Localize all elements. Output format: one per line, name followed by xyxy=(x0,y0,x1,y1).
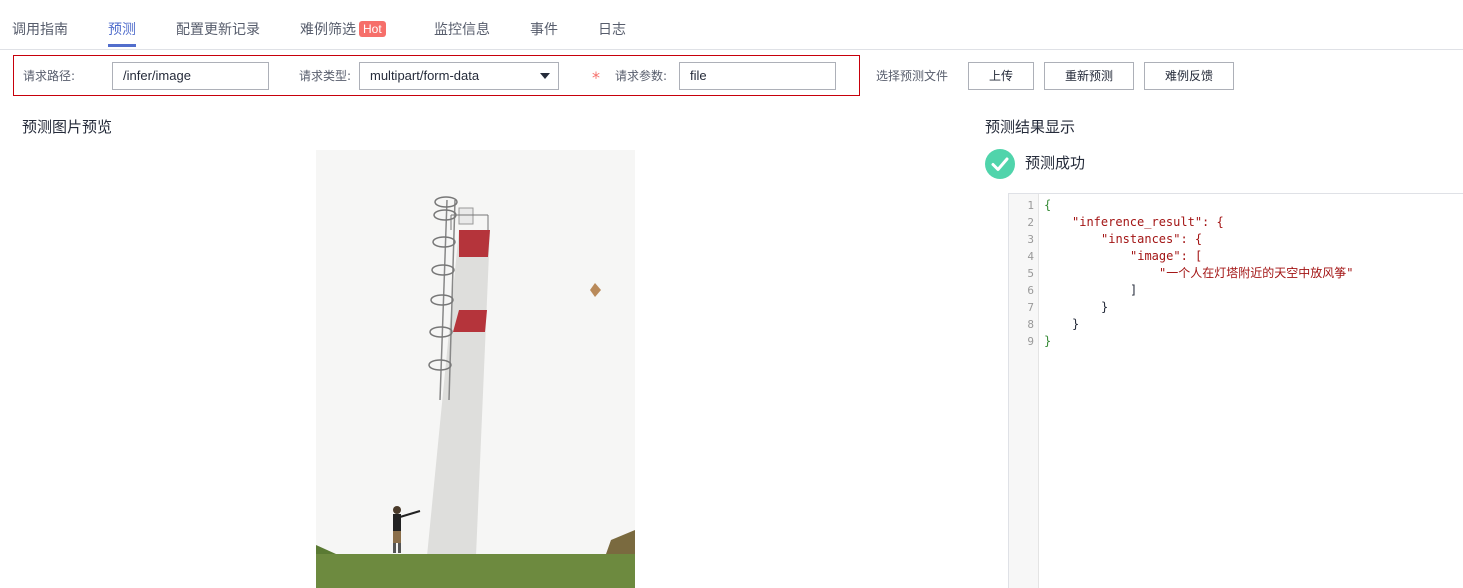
hard-case-feedback-button[interactable]: 难例反馈 xyxy=(1144,62,1234,90)
tab-config-history[interactable]: 配置更新记录 xyxy=(176,20,260,40)
chevron-down-icon xyxy=(540,73,550,79)
request-type-value: multipart/form-data xyxy=(370,68,480,83)
hot-badge: Hot xyxy=(359,21,386,37)
line-number-gutter: 1 2 3 4 5 6 7 8 9 xyxy=(1009,194,1039,588)
code-line: "image": [ xyxy=(1130,249,1203,263)
line-number: 8 xyxy=(1027,318,1034,331)
code-line: } xyxy=(1044,334,1052,348)
tab-call-guide[interactable]: 调用指南 xyxy=(12,20,68,40)
status-text: 预测成功 xyxy=(1025,154,1086,172)
line-number: 9 xyxy=(1027,335,1034,348)
repredict-button[interactable]: 重新预测 xyxy=(1044,62,1134,90)
code-line: } xyxy=(1101,300,1109,314)
request-type-select[interactable]: multipart/form-data xyxy=(359,62,559,90)
line-number: 5 xyxy=(1027,267,1034,280)
tab-logs[interactable]: 日志 xyxy=(598,20,626,40)
required-mark: * xyxy=(592,68,600,87)
code-line: "一个人在灯塔附近的天空中放风筝" xyxy=(1159,266,1354,280)
choose-file-label: 选择预测文件 xyxy=(876,69,949,83)
preview-title: 预测图片预览 xyxy=(22,118,113,136)
request-path-label: 请求路径: xyxy=(23,69,76,83)
check-circle-icon xyxy=(985,149,1015,179)
line-number: 3 xyxy=(1027,233,1034,246)
line-number: 4 xyxy=(1027,250,1034,263)
request-path-input[interactable]: /infer/image xyxy=(112,62,269,90)
code-line: } xyxy=(1072,317,1080,331)
result-json-viewer[interactable]: 1 2 3 4 5 6 7 8 9 { "inference_result": … xyxy=(1008,193,1463,588)
request-param-label: 请求参数: xyxy=(615,69,668,83)
upload-button[interactable]: 上传 xyxy=(968,62,1034,90)
tab-events[interactable]: 事件 xyxy=(530,20,558,40)
tab-hard-case-filter[interactable]: 难例筛选 Hot xyxy=(300,20,386,40)
code-line: ] xyxy=(1130,283,1138,297)
active-tab-indicator xyxy=(108,44,136,47)
lighthouse-photo xyxy=(316,150,635,588)
line-number: 2 xyxy=(1027,216,1034,229)
request-param-input[interactable]: file xyxy=(679,62,836,90)
preview-image xyxy=(316,150,635,588)
line-number: 1 xyxy=(1027,199,1034,212)
result-title: 预测结果显示 xyxy=(985,118,1076,136)
line-number: 7 xyxy=(1027,301,1034,314)
code-line: "inference_result": { xyxy=(1072,215,1224,229)
code-line: { xyxy=(1044,198,1052,212)
code-line: "instances": { xyxy=(1101,232,1203,246)
tab-hard-case-filter-label: 难例筛选 xyxy=(300,22,356,38)
line-number: 6 xyxy=(1027,284,1034,297)
tab-monitoring[interactable]: 监控信息 xyxy=(434,20,490,40)
tab-predict[interactable]: 预测 xyxy=(108,20,136,40)
request-type-label: 请求类型: xyxy=(299,69,352,83)
tab-bar: 调用指南 预测 配置更新记录 难例筛选 Hot 监控信息 事件 日志 xyxy=(0,0,1463,50)
